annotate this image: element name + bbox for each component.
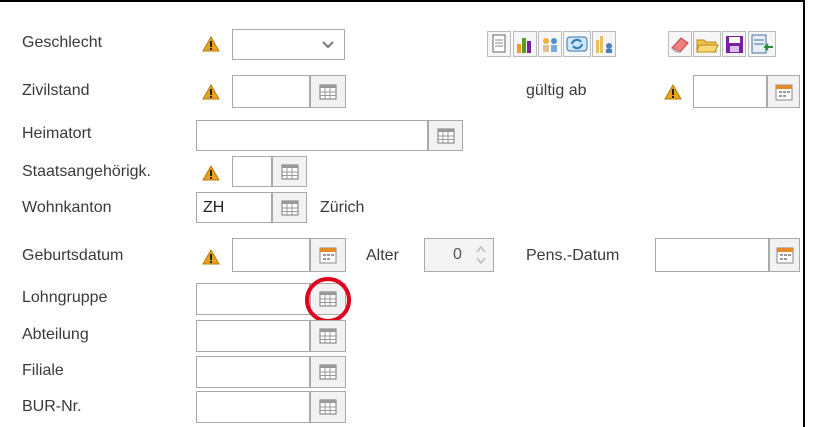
eraser-icon[interactable]	[668, 31, 692, 57]
wohnkanton-input[interactable]: ZH	[196, 192, 272, 223]
table-lookup-icon	[319, 399, 337, 415]
calendar-icon	[319, 247, 337, 264]
geschlecht-select[interactable]	[232, 29, 345, 60]
warning-icon	[202, 165, 220, 181]
heimatort-input[interactable]	[196, 120, 428, 151]
staatsangehoerigk-lookup-button[interactable]	[272, 156, 307, 187]
pens-datum-label: Pens.-Datum	[526, 247, 620, 264]
calendar-icon	[775, 84, 792, 100]
highlight-circle	[305, 277, 351, 323]
table-lookup-icon	[319, 364, 337, 380]
wohnkanton-resolved-name: Zürich	[320, 199, 365, 216]
bar-chart-icon[interactable]	[513, 31, 537, 57]
bur-nr-label: BUR-Nr.	[22, 398, 82, 415]
heimatort-label: Heimatort	[22, 125, 92, 142]
personal-data-form: Geschlecht Zivilstand gültig ab Heimator…	[0, 0, 815, 427]
geburtsdatum-input[interactable]	[232, 238, 310, 272]
alter-spinner[interactable]: 0	[424, 238, 494, 272]
abteilung-lookup-button[interactable]	[310, 320, 346, 352]
table-lookup-icon	[281, 200, 298, 215]
abteilung-input[interactable]	[196, 320, 310, 352]
sync-icon[interactable]	[563, 31, 591, 57]
warning-icon	[202, 84, 220, 100]
zivilstand-lookup-button[interactable]	[310, 75, 346, 108]
heimatort-lookup-button[interactable]	[428, 120, 463, 151]
calendar-icon	[776, 247, 793, 264]
document-icon[interactable]	[487, 31, 511, 57]
export-icon[interactable]	[748, 31, 776, 57]
bur-nr-input[interactable]	[196, 391, 310, 423]
filiale-input[interactable]	[196, 356, 310, 388]
geburtsdatum-label: Geburtsdatum	[22, 247, 124, 264]
pens-datum-input[interactable]	[655, 238, 769, 272]
lohngruppe-label: Lohngruppe	[22, 289, 108, 306]
window-border-right	[803, 0, 805, 427]
people-icon[interactable]	[538, 31, 562, 57]
table-lookup-icon	[437, 128, 454, 143]
bar-person-icon[interactable]	[592, 31, 616, 57]
wohnkanton-label: Wohnkanton	[22, 199, 112, 216]
bur-nr-lookup-button[interactable]	[310, 391, 346, 423]
staatsangehoerigk-label: Staatsangehörigk.	[22, 163, 151, 180]
gueltig-ab-label: gültig ab	[526, 82, 587, 99]
save-icon[interactable]	[722, 31, 746, 57]
chevron-down-icon	[322, 41, 334, 49]
gueltig-ab-input[interactable]	[693, 75, 767, 108]
warning-icon	[202, 249, 220, 265]
window-border-top	[0, 0, 805, 2]
filiale-label: Filiale	[22, 362, 64, 379]
zivilstand-input[interactable]	[232, 75, 310, 108]
gueltig-ab-date-button[interactable]	[767, 75, 800, 108]
warning-icon	[664, 84, 682, 100]
wohnkanton-lookup-button[interactable]	[272, 192, 307, 223]
warning-icon	[202, 36, 220, 52]
filiale-lookup-button[interactable]	[310, 356, 346, 388]
table-lookup-icon	[281, 164, 298, 179]
geschlecht-label: Geschlecht	[22, 34, 103, 51]
lohngruppe-input[interactable]	[196, 283, 310, 315]
table-lookup-icon	[319, 328, 337, 344]
alter-label: Alter	[366, 247, 399, 264]
staatsangehoerigk-input[interactable]	[232, 156, 272, 187]
zivilstand-label: Zivilstand	[22, 82, 90, 99]
folder-open-icon[interactable]	[693, 31, 721, 57]
abteilung-label: Abteilung	[22, 326, 89, 343]
table-lookup-icon	[319, 84, 337, 99]
pens-datum-date-button[interactable]	[769, 238, 800, 272]
spinner-arrows-icon	[476, 245, 486, 265]
geburtsdatum-date-button[interactable]	[310, 238, 346, 272]
